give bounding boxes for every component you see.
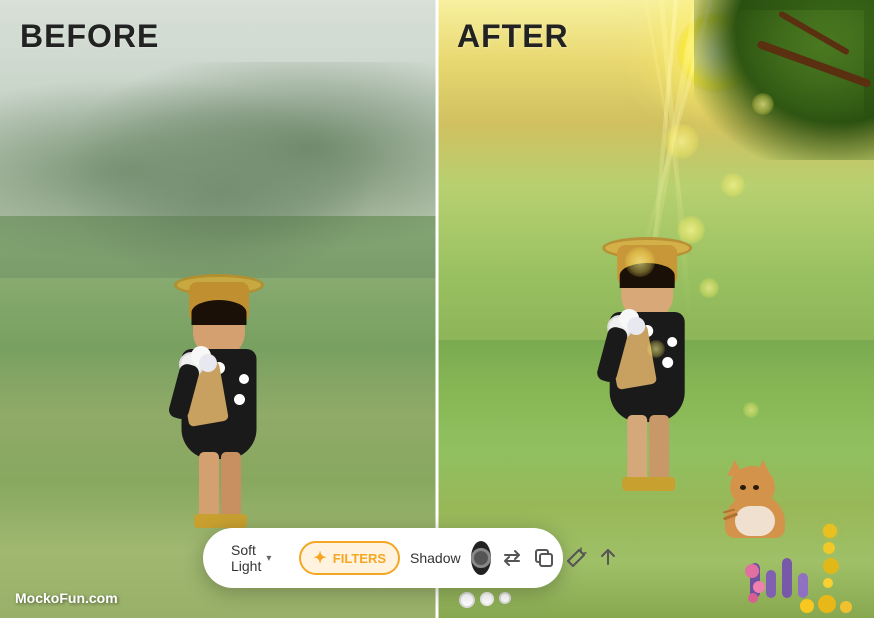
copy-button[interactable] bbox=[533, 542, 555, 574]
up-arrow-icon bbox=[597, 547, 619, 569]
blend-mode-label: Soft Light bbox=[231, 542, 261, 574]
before-trees bbox=[0, 62, 437, 278]
bokeh-6 bbox=[743, 402, 759, 418]
target-icon bbox=[471, 548, 491, 568]
white-flowers bbox=[459, 592, 511, 608]
chevron-down-icon: ▾ bbox=[266, 553, 271, 564]
filters-label: FILTERS bbox=[333, 551, 386, 566]
pink-flowers bbox=[745, 564, 765, 603]
star-icon: ✦ bbox=[313, 548, 326, 568]
swap-button[interactable] bbox=[501, 542, 523, 574]
child-before bbox=[164, 274, 274, 544]
bokeh-5 bbox=[721, 173, 745, 197]
tree-branch bbox=[674, 0, 874, 200]
upload-button[interactable] bbox=[597, 542, 619, 574]
bokeh-4 bbox=[647, 340, 665, 358]
yellow-flowers bbox=[823, 524, 839, 588]
bokeh-8 bbox=[752, 93, 774, 115]
blend-mode-dropdown[interactable]: Soft Light ▾ bbox=[223, 538, 279, 578]
target-button[interactable] bbox=[471, 541, 491, 575]
toolbar: Soft Light ▾ ✦ FILTERS Shadow bbox=[203, 528, 563, 588]
images-row: BEFORE MockoFun.com bbox=[0, 0, 874, 618]
yellow-flowers-2 bbox=[800, 595, 852, 613]
before-panel: BEFORE MockoFun.com bbox=[0, 0, 437, 618]
bokeh-7 bbox=[625, 247, 655, 277]
child-after bbox=[592, 237, 702, 507]
wand-button[interactable] bbox=[565, 542, 587, 574]
swap-icon bbox=[501, 547, 523, 569]
main-container: BEFORE MockoFun.com bbox=[0, 0, 874, 618]
panel-divider bbox=[436, 0, 439, 618]
shadow-label: Shadow bbox=[410, 550, 461, 566]
watermark-before: MockoFun.com bbox=[15, 590, 118, 606]
after-panel: AFTER bbox=[437, 0, 874, 618]
before-label: BEFORE bbox=[20, 18, 159, 55]
bokeh-3 bbox=[664, 124, 699, 159]
after-label: AFTER bbox=[457, 18, 569, 55]
filters-button[interactable]: ✦ FILTERS bbox=[299, 541, 400, 575]
wand-icon bbox=[565, 547, 587, 569]
copy-icon bbox=[533, 547, 555, 569]
